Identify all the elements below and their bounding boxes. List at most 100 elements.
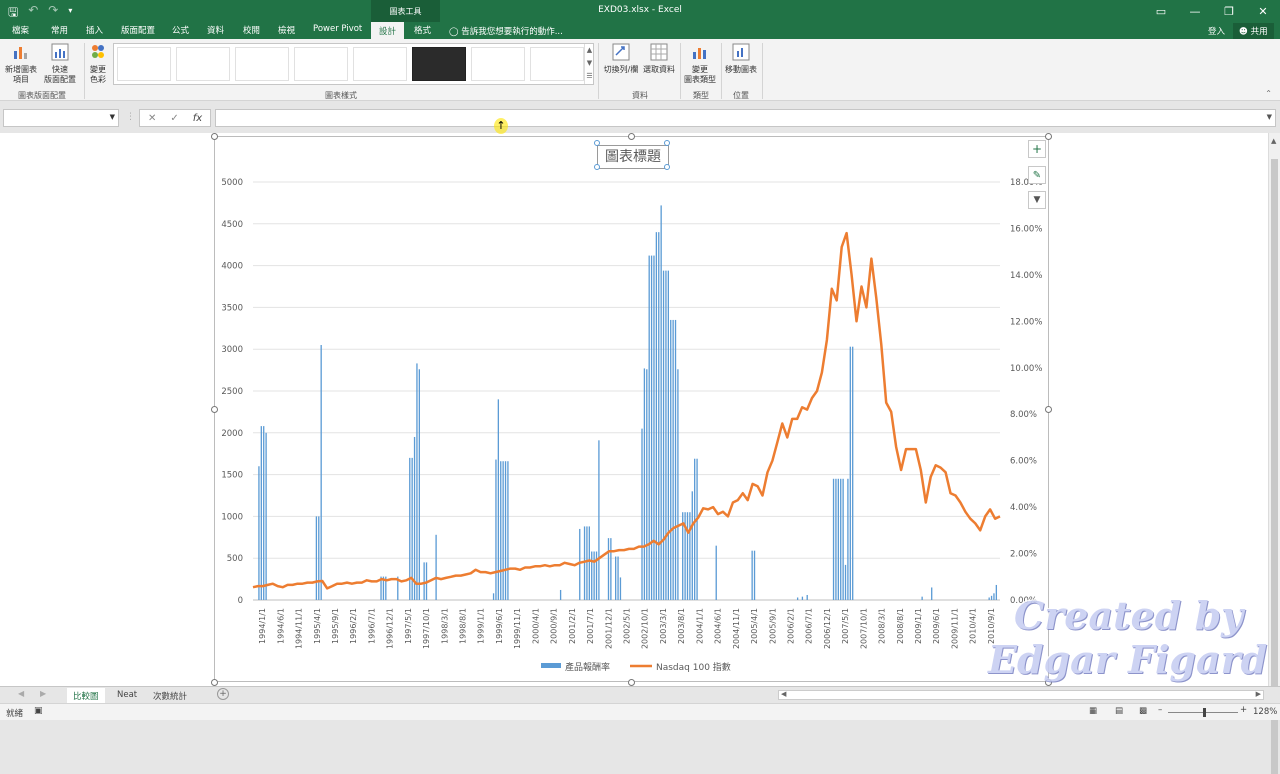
x-tick-label: 2001/12/1 [604, 608, 613, 649]
bar [835, 478, 837, 600]
gallery-scroll[interactable]: ▲ ▼ ☰ [584, 44, 594, 84]
title-handle-br[interactable] [664, 164, 670, 170]
horizontal-scrollbar[interactable]: ◀ ▶ [778, 690, 1264, 700]
line-series[interactable] [252, 231, 1001, 590]
chart-filter-funnel-icon[interactable]: ▼ [1028, 191, 1046, 209]
legend[interactable]: 產品報酬率 Nasdaq 100 指數 [541, 661, 731, 673]
bar [579, 528, 581, 600]
tab-7[interactable]: 檢視 [278, 24, 295, 36]
scroll-left-icon[interactable]: ◀ [781, 690, 786, 698]
restore-ribbon-icon[interactable]: ▭ [1144, 0, 1178, 22]
chart-styles-brush-icon[interactable]: ✎ [1028, 166, 1046, 184]
tab-3[interactable]: 版面配置 [121, 24, 155, 36]
resize-handle-bl[interactable] [211, 679, 218, 686]
change-colors-button[interactable]: 變更 色彩 [86, 41, 110, 85]
vertical-scrollbar[interactable]: ▲ [1268, 133, 1280, 774]
insert-function-button[interactable]: fx [193, 113, 202, 124]
resize-handle-t[interactable] [628, 133, 635, 140]
tell-me-box[interactable]: ◯ 告訴我您想要執行的動作... [449, 25, 563, 37]
chart-object[interactable]: 0 500 1000 1500 2000 2500 3000 3500 4000 4500 5000… [214, 136, 1049, 682]
tab-5[interactable]: 資料 [207, 24, 224, 36]
left-tick-label: 4000 [221, 262, 243, 272]
bar [751, 550, 753, 600]
chart-style-1[interactable] [117, 47, 171, 81]
close-icon[interactable]: ✕ [1246, 0, 1280, 22]
zoom-in-icon[interactable]: + [1240, 705, 1247, 715]
chart-style-2[interactable] [176, 47, 230, 81]
zoom-level[interactable]: 128% [1253, 707, 1277, 717]
tab-8[interactable]: Power Pivot [313, 24, 362, 34]
tab-0[interactable]: 檔案 [12, 24, 29, 36]
x-tick-label: 1995/4/1 [313, 608, 322, 644]
resize-handle-tl[interactable] [211, 133, 218, 140]
resize-handle-l[interactable] [211, 406, 218, 413]
move-chart-button[interactable]: 移動圖表 [723, 41, 759, 75]
chart-style-6[interactable] [412, 47, 466, 81]
resize-handle-tr[interactable] [1045, 133, 1052, 140]
right-tick-label: 6.00% [1010, 457, 1037, 467]
bar [691, 491, 693, 600]
legend-label-line: Nasdaq 100 指數 [656, 661, 731, 673]
tab-2[interactable]: 插入 [86, 24, 103, 36]
group-label-type: 類型 [693, 91, 709, 100]
minimize-icon[interactable]: — [1178, 0, 1212, 22]
tab-6[interactable]: 校閱 [243, 24, 260, 36]
page-layout-icon[interactable]: ▤ [1115, 706, 1123, 716]
zoom-slider-thumb[interactable] [1203, 708, 1206, 717]
new-sheet-icon[interactable]: + [217, 688, 229, 700]
vertical-scroll-thumb[interactable] [1271, 159, 1278, 774]
share-label: 共用 [1250, 27, 1268, 37]
bar [689, 512, 691, 600]
resize-handle-b[interactable] [628, 679, 635, 686]
formula-bar-grip: ⋮ [126, 112, 135, 122]
normal-view-icon[interactable]: ▦ [1089, 706, 1097, 716]
formula-input[interactable]: ▼ [215, 109, 1276, 127]
next-sheet-icon[interactable]: ▶ [40, 689, 46, 698]
tab-4[interactable]: 公式 [172, 24, 189, 36]
cancel-icon[interactable]: ✕ [148, 113, 156, 124]
chart-style-3[interactable] [235, 47, 289, 81]
collapse-ribbon-icon[interactable]: ⌃ [1265, 89, 1272, 98]
login-link[interactable]: 登入 [1208, 25, 1225, 37]
bar [607, 538, 610, 600]
add-chart-element-button[interactable]: 新增圖表 項目 [3, 41, 39, 85]
name-box[interactable]: ▼ [3, 109, 119, 127]
chart-style-4[interactable] [294, 47, 348, 81]
tab-9[interactable]: 設計 [371, 22, 405, 39]
scroll-right-icon[interactable]: ▶ [1256, 690, 1261, 698]
chart-style-8[interactable] [530, 47, 584, 81]
expand-formula-icon[interactable]: ▼ [1267, 113, 1272, 121]
quick-layout-button[interactable]: 快速 版面配置 [40, 41, 80, 85]
switch-row-column-button[interactable]: 切換列/欄 [602, 41, 640, 75]
macro-record-icon[interactable]: ▣ [34, 706, 43, 716]
zoom-out-icon[interactable]: – [1158, 705, 1162, 715]
sheet-tab-1[interactable]: Neat [111, 688, 143, 702]
sheet-tab-2[interactable]: 次數統計 [147, 688, 193, 704]
page-break-icon[interactable]: ▩ [1139, 706, 1147, 716]
quick-layout-icon [51, 43, 69, 61]
left-axis: 0 500 1000 1500 2000 2500 3000 3500 4000 4500 5000 [221, 178, 243, 606]
maximize-icon[interactable]: ❐ [1212, 0, 1246, 22]
title-handle-bl[interactable] [594, 164, 600, 170]
x-tick-label: 2010/4/1 [969, 608, 978, 644]
title-handle-tl[interactable] [594, 140, 600, 146]
chart-style-7[interactable] [471, 47, 525, 81]
resize-handle-r[interactable] [1045, 406, 1052, 413]
chart-title[interactable]: 圖表標題 [597, 145, 669, 169]
sheet-tab-bar: ◀ ▶ 比較圖 Neat 次數統計 + ◀ ▶ [0, 686, 1280, 706]
bar [418, 369, 420, 600]
chart-style-5[interactable] [353, 47, 407, 81]
enter-icon[interactable]: ✓ [170, 113, 178, 124]
tab-10[interactable]: 格式 [414, 24, 431, 36]
x-tick-label: 2001/7/1 [586, 608, 595, 644]
select-data-button[interactable]: 選取資料 [641, 41, 677, 75]
title-handle-tr[interactable] [664, 140, 670, 146]
change-chart-type-button[interactable]: 變更 圖表類型 [682, 41, 718, 85]
prev-sheet-icon[interactable]: ◀ [18, 689, 24, 698]
share-button[interactable]: ☻ 共用 [1233, 23, 1274, 39]
bar [423, 562, 425, 600]
bar [801, 596, 804, 600]
scroll-up-icon[interactable]: ▲ [1271, 137, 1276, 145]
tab-1[interactable]: 常用 [51, 24, 68, 36]
chart-elements-plus-icon[interactable]: + [1028, 140, 1046, 158]
